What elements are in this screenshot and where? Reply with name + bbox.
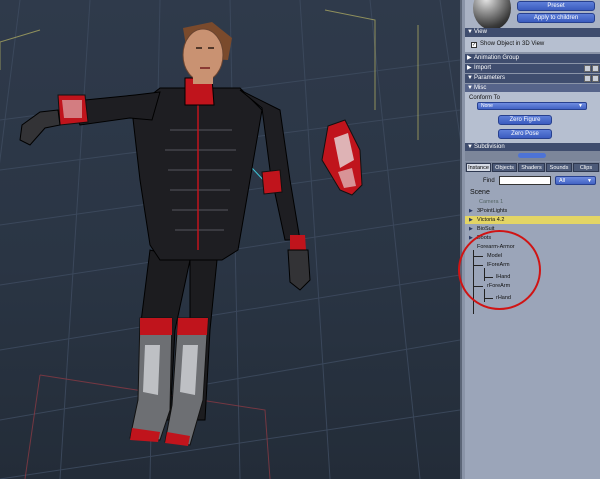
expand-triangle-icon: ▶ (467, 55, 472, 61)
tab-objects[interactable]: Objects (492, 163, 517, 172)
section-misc-label: Misc (474, 85, 487, 91)
options-icon[interactable] (592, 75, 599, 82)
collapse-triangle-icon: ▼ (467, 75, 473, 81)
section-animation-group-label: Animation Group (474, 55, 520, 61)
section-parameters-label: Parameters (474, 75, 506, 81)
tab-clips[interactable]: Clips (573, 163, 599, 172)
scene-tabs: Instance Objects Shaders Sounds Clips (465, 162, 600, 172)
splitter-handle-icon[interactable] (518, 153, 546, 158)
zero-figure-button[interactable]: Zero Figure (498, 115, 552, 125)
collapse-triangle-icon: ▼ (467, 29, 473, 35)
filter-select[interactable]: All ▼ (555, 176, 596, 185)
conform-to-select[interactable]: None ▼ (477, 102, 587, 110)
tree-item-3pointlights[interactable]: ▶ 3PointLights (465, 207, 600, 215)
section-parameters-header[interactable]: ▼ Parameters (465, 74, 600, 83)
glove-right (287, 249, 311, 291)
show-object-checkbox[interactable]: ✓ (471, 42, 477, 48)
viewport-canvas[interactable] (0, 0, 460, 479)
tree-item-camera[interactable]: Camera 1 (465, 198, 600, 206)
find-label: Find (483, 178, 495, 184)
tree-item-label: 3PointLights (477, 208, 508, 214)
section-view-header[interactable]: ▼ View (465, 28, 600, 37)
panel-splitter[interactable] (465, 151, 600, 161)
tab-instance[interactable]: Instance (466, 163, 491, 172)
tab-shaders[interactable]: Shaders (518, 163, 545, 172)
section-misc-body: Conform To None ▼ Zero Figure Zero Pose (465, 92, 600, 143)
tree-item-label: Victoria 4.2 (477, 217, 505, 223)
tab-sounds[interactable]: Sounds (546, 163, 572, 172)
section-import-label: Import (474, 65, 492, 71)
filter-value: All (559, 178, 566, 184)
find-input[interactable] (499, 176, 551, 185)
section-import-header[interactable]: ▶ Import (465, 64, 600, 73)
options-icon[interactable] (592, 65, 599, 72)
figure-victoria (19, 22, 363, 446)
expand-arrow-icon[interactable]: ▶ (469, 216, 473, 224)
section-view-label: View (474, 29, 487, 35)
chevron-down-icon: ▼ (587, 178, 592, 184)
expand-arrow-icon[interactable]: ▶ (469, 225, 473, 233)
annotation-circle (458, 230, 541, 310)
pin-icon[interactable] (584, 75, 591, 82)
3d-viewport[interactable] (0, 0, 460, 479)
section-view-body: ✓ Show Object in 3D View (465, 37, 600, 52)
pin-icon[interactable] (584, 65, 591, 72)
show-object-label: Show Object in 3D View (480, 41, 545, 47)
expand-arrow-icon[interactable]: ▶ (469, 207, 473, 215)
section-subdivision-label: Subdivision (474, 144, 505, 150)
preset-button[interactable]: Preset (517, 1, 595, 11)
conform-to-label: Conform To (469, 95, 500, 101)
chevron-down-icon: ▼ (578, 103, 583, 109)
scene-tree-panel: Find All ▼ Scene Camera 1 ▶ 3PointLights… (465, 172, 600, 479)
tree-item-label: Camera 1 (479, 199, 504, 205)
zero-pose-button[interactable]: Zero Pose (498, 129, 552, 139)
conform-to-value: None (481, 103, 493, 109)
scene-title: Scene (470, 189, 490, 196)
glove-left (19, 109, 61, 146)
expand-triangle-icon: ▶ (467, 65, 472, 71)
tree-item-victoria[interactable]: ▶ Victoria 4.2 (465, 216, 600, 224)
shader-sphere-preview (473, 0, 511, 30)
apply-to-children-button[interactable]: Apply to children (517, 13, 595, 23)
section-animation-group-header[interactable]: ▶ Animation Group (465, 54, 600, 63)
